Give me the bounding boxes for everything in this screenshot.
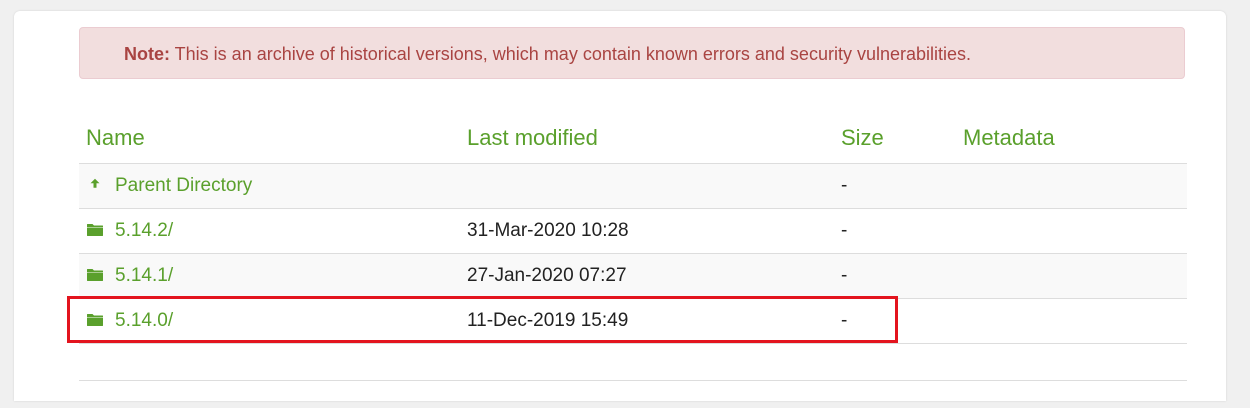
header-metadata[interactable]: Metadata bbox=[963, 125, 1055, 151]
folder-icon bbox=[87, 314, 103, 326]
folder-icon bbox=[87, 224, 103, 236]
table-row-5-14-1: 5.14.1/ 27-Jan-2020 07:27 - bbox=[79, 254, 1187, 299]
arrow-up-icon bbox=[90, 178, 100, 188]
folder-link-5-14-1[interactable]: 5.14.1/ bbox=[115, 265, 173, 287]
header-size[interactable]: Size bbox=[841, 125, 884, 151]
row-modified: 31-Mar-2020 10:28 bbox=[467, 220, 629, 241]
row-size: - bbox=[841, 310, 848, 331]
folder-link-5-14-0[interactable]: 5.14.0/ bbox=[115, 310, 173, 332]
table-row-parent-directory: Parent Directory - bbox=[79, 164, 1187, 209]
note-text: This is an archive of historical version… bbox=[170, 44, 972, 64]
note-label: Note: bbox=[124, 44, 170, 64]
row-size: - bbox=[841, 175, 848, 196]
header-last-modified[interactable]: Last modified bbox=[467, 125, 598, 151]
row-modified: 27-Jan-2020 07:27 bbox=[467, 265, 627, 286]
folder-icon bbox=[87, 269, 103, 281]
row-size: - bbox=[841, 265, 848, 286]
directory-listing-table: Name Last modified Size Metadata Parent … bbox=[79, 113, 1187, 344]
archive-note-banner: Note: This is an archive of historical v… bbox=[79, 27, 1185, 79]
header-name[interactable]: Name bbox=[86, 125, 145, 151]
row-size: - bbox=[841, 220, 848, 241]
row-modified: 11-Dec-2019 15:49 bbox=[467, 310, 629, 331]
table-bottom-divider bbox=[79, 380, 1187, 381]
table-row-5-14-2: 5.14.2/ 31-Mar-2020 10:28 - bbox=[79, 209, 1187, 254]
folder-link-5-14-2[interactable]: 5.14.2/ bbox=[115, 220, 173, 242]
table-header: Name Last modified Size Metadata bbox=[79, 113, 1187, 164]
parent-directory-link[interactable]: Parent Directory bbox=[115, 175, 252, 197]
table-row-5-14-0: 5.14.0/ 11-Dec-2019 15:49 - bbox=[79, 299, 1187, 344]
